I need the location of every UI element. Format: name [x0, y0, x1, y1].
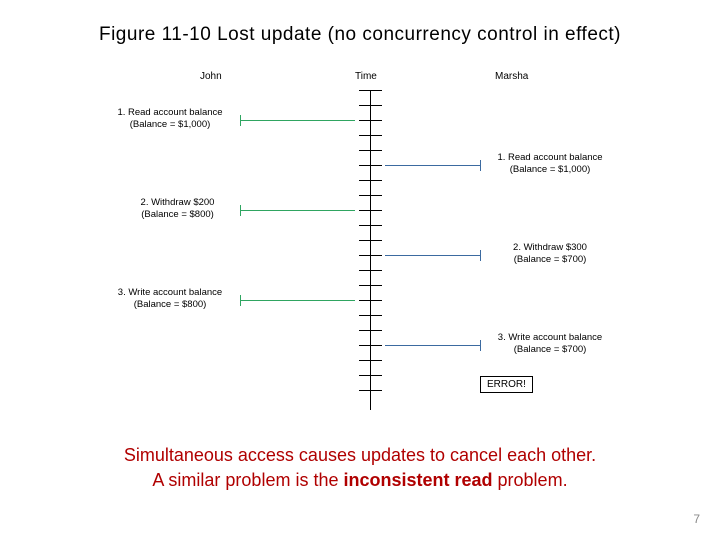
step-text: (Balance = $700) — [485, 254, 615, 266]
time-axis-label: Time — [355, 71, 377, 82]
lead-line — [240, 120, 355, 121]
lead-line — [240, 210, 355, 211]
john-step-3: 3. Write account balance (Balance = $800… — [105, 287, 235, 311]
marsha-step-3: 3. Write account balance (Balance = $700… — [485, 332, 615, 356]
lead-end — [480, 160, 481, 171]
lead-end — [240, 115, 241, 126]
lead-line — [385, 255, 480, 256]
lead-line — [385, 165, 480, 166]
step-text: (Balance = $1,000) — [485, 164, 615, 176]
lead-end — [480, 250, 481, 261]
error-badge: ERROR! — [480, 376, 533, 393]
lane-label-john: John — [200, 71, 222, 82]
marsha-step-1: 1. Read account balance (Balance = $1,00… — [485, 152, 615, 176]
step-text: 1. Read account balance — [485, 152, 615, 164]
timeline-diagram: Time John Marsha — [100, 68, 620, 428]
caption-line-2a: A similar problem is the — [152, 470, 343, 490]
marsha-step-2: 2. Withdraw $300 (Balance = $700) — [485, 242, 615, 266]
caption: Simultaneous access causes updates to ca… — [0, 443, 720, 492]
lane-label-marsha: Marsha — [495, 71, 528, 82]
time-axis — [370, 90, 371, 410]
figure-title: Figure 11-10 Lost update (no concurrency… — [0, 24, 720, 46]
caption-emphasis: inconsistent read — [343, 470, 492, 490]
caption-line-2c: problem. — [493, 470, 568, 490]
step-text: 1. Read account balance — [105, 107, 235, 119]
john-step-1: 1. Read account balance (Balance = $1,00… — [105, 107, 235, 131]
step-text: 3. Write account balance — [485, 332, 615, 344]
slide: Figure 11-10 Lost update (no concurrency… — [0, 0, 720, 540]
step-text: (Balance = $800) — [120, 209, 235, 221]
lead-line — [385, 345, 480, 346]
step-text: (Balance = $1,000) — [105, 119, 235, 131]
step-text: 2. Withdraw $200 — [120, 197, 235, 209]
step-text: (Balance = $700) — [485, 344, 615, 356]
page-number: 7 — [693, 512, 700, 526]
step-text: 2. Withdraw $300 — [485, 242, 615, 254]
lead-end — [240, 295, 241, 306]
lead-end — [480, 340, 481, 351]
john-step-2: 2. Withdraw $200 (Balance = $800) — [120, 197, 235, 221]
step-text: (Balance = $800) — [105, 299, 235, 311]
lead-end — [240, 205, 241, 216]
lead-line — [240, 300, 355, 301]
step-text: 3. Write account balance — [105, 287, 235, 299]
caption-line-1: Simultaneous access causes updates to ca… — [124, 445, 596, 465]
